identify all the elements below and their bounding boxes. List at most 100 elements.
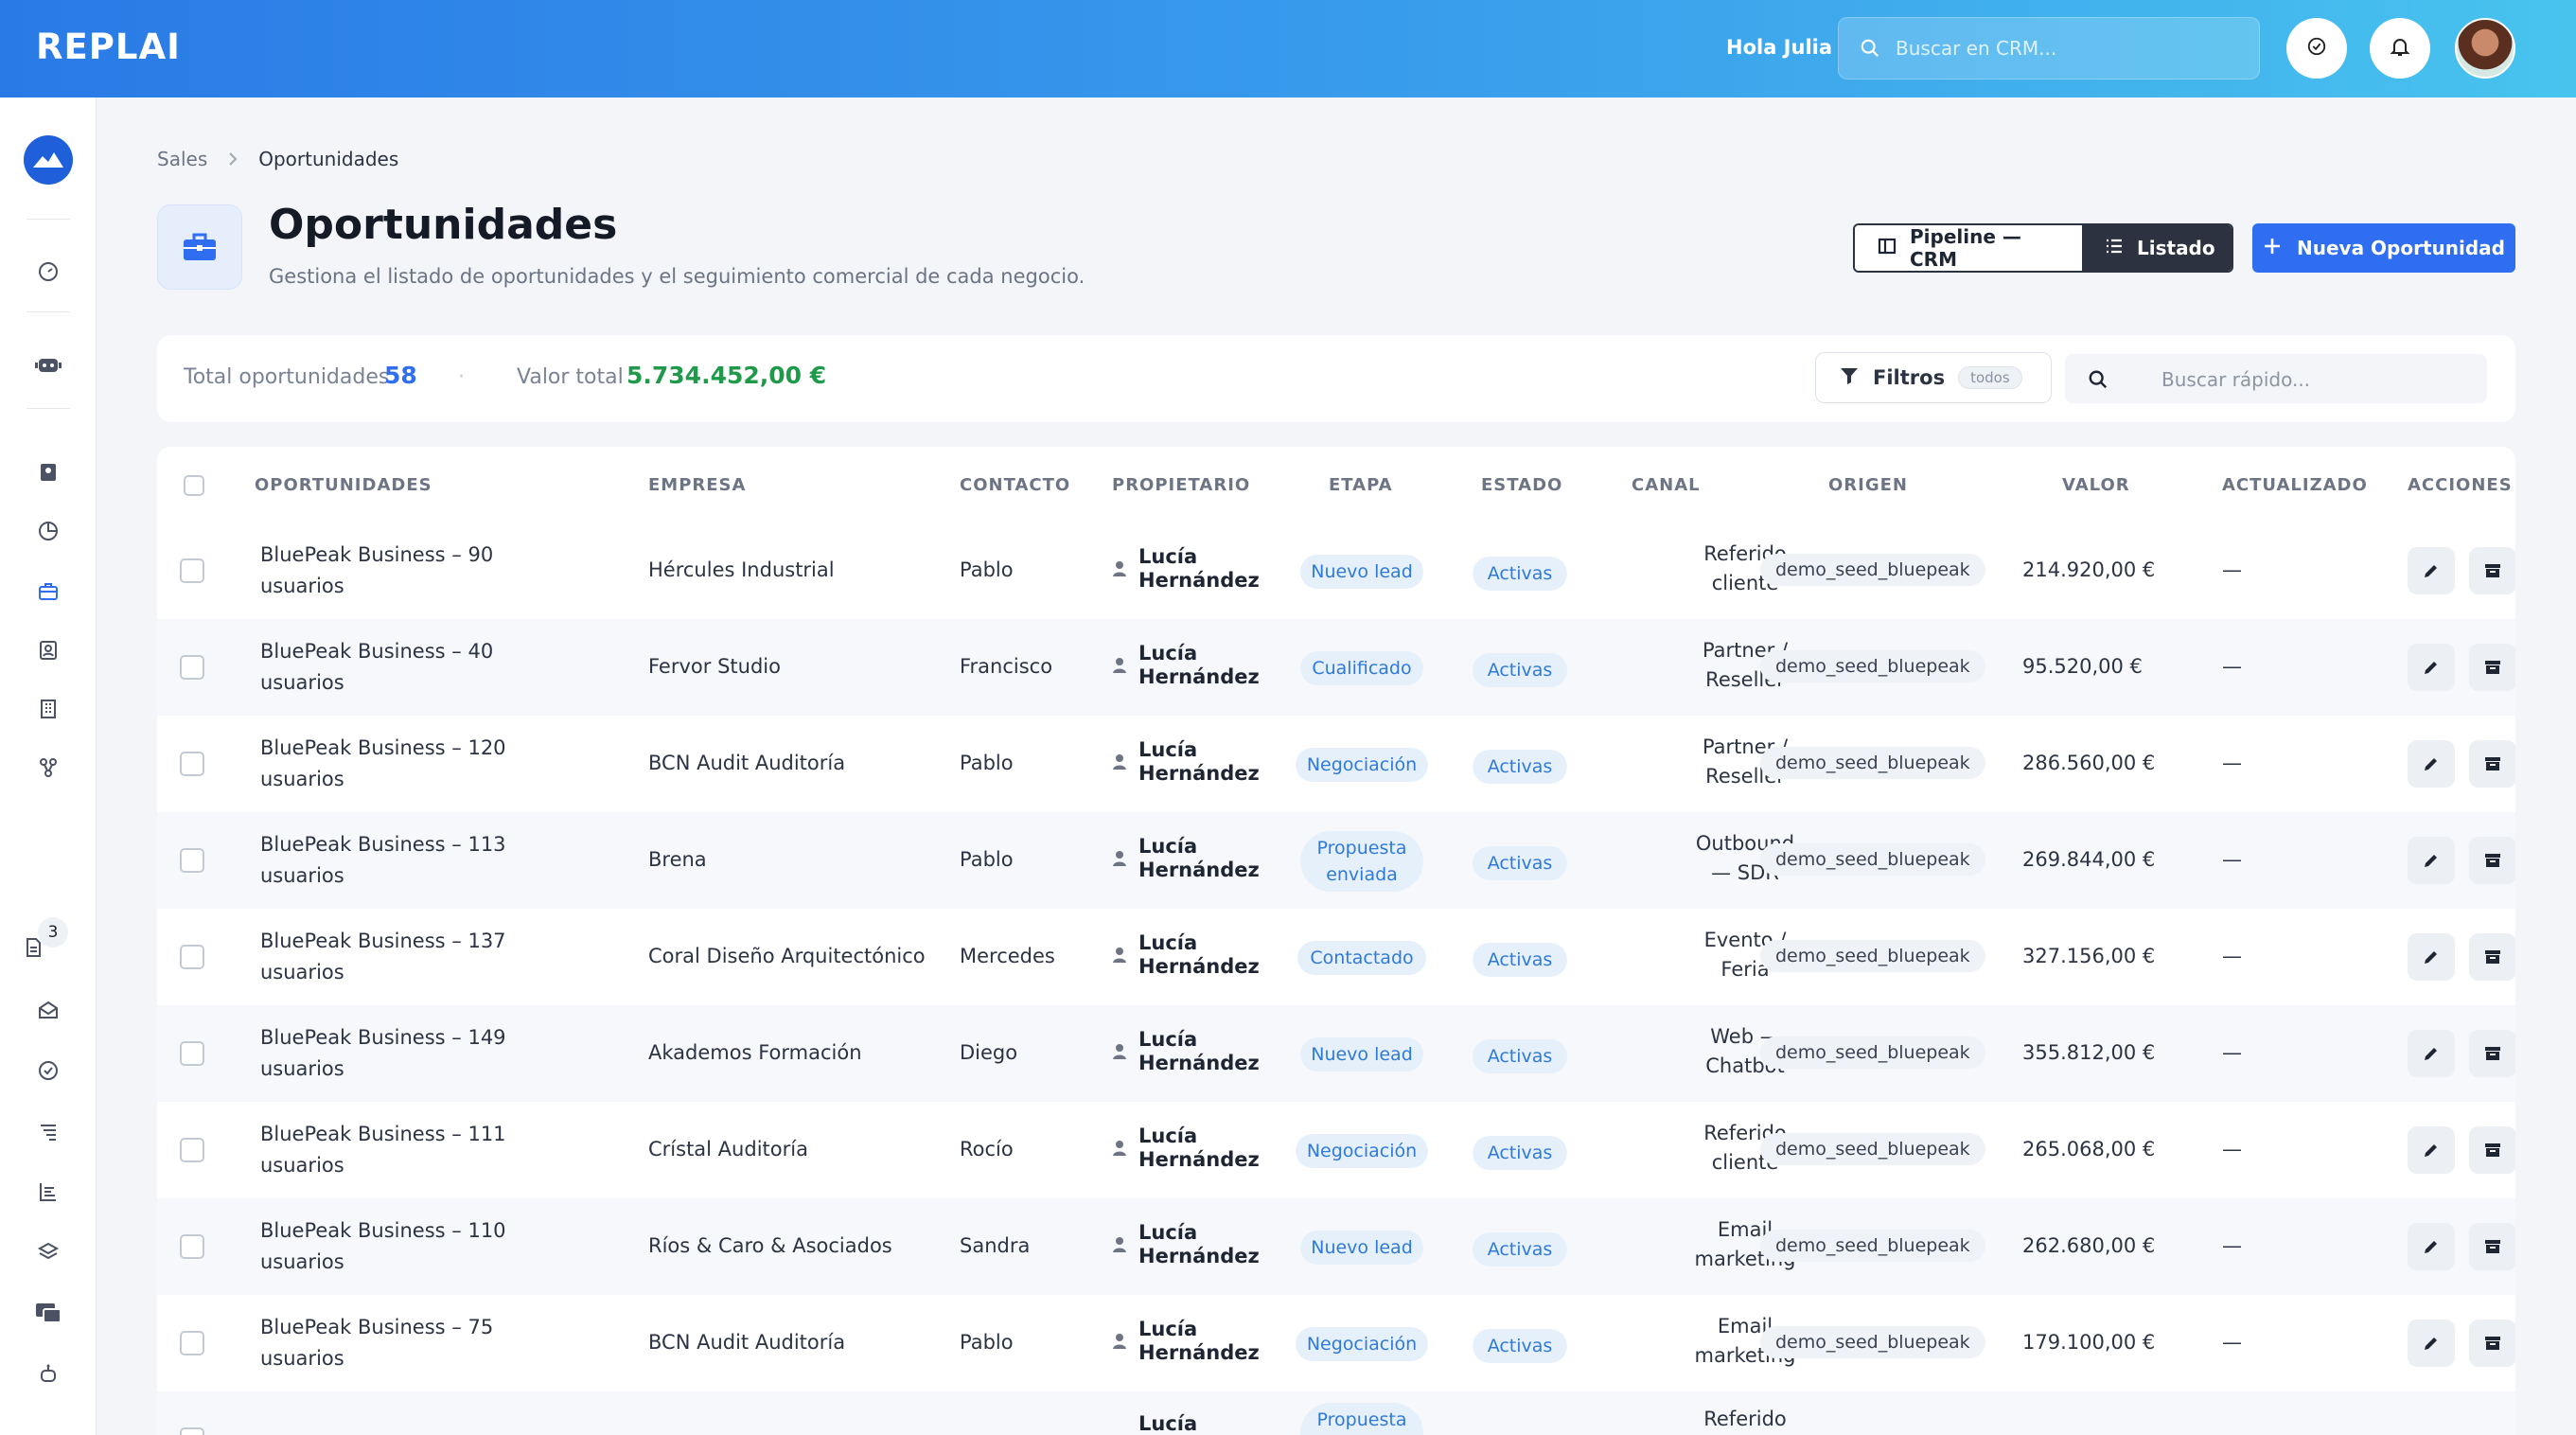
billing-icon[interactable] bbox=[31, 1296, 65, 1330]
edit-button[interactable] bbox=[2408, 1320, 2455, 1367]
new-opportunity-button[interactable]: Nueva Oportunidad bbox=[2252, 223, 2515, 273]
user-icon bbox=[1113, 948, 1126, 963]
header-contact[interactable]: CONTACTO bbox=[960, 475, 1070, 495]
global-search-input[interactable]: Buscar en CRM... bbox=[1838, 17, 2260, 80]
edit-button[interactable] bbox=[2408, 740, 2455, 788]
select-all-checkbox[interactable] bbox=[184, 475, 204, 496]
opportunity-name[interactable]: BluePeak Business – 137 usuarios bbox=[260, 926, 506, 988]
opportunity-name-line2: usuarios bbox=[260, 1250, 344, 1273]
report-icon[interactable] bbox=[31, 1175, 65, 1209]
owner: Lucía bbox=[1112, 1412, 1197, 1435]
opportunity-name-line2: usuarios bbox=[260, 575, 344, 597]
header-stage[interactable]: ETAPA bbox=[1329, 475, 1393, 495]
archive-button[interactable] bbox=[2469, 933, 2515, 981]
pencil-icon bbox=[2425, 855, 2437, 867]
archive-button[interactable] bbox=[2469, 547, 2515, 594]
archive-button[interactable] bbox=[2469, 1030, 2515, 1077]
row-checkbox[interactable] bbox=[180, 945, 204, 969]
row-checkbox[interactable] bbox=[180, 558, 204, 583]
table-row[interactable]: BluePeak Business – 90 usuarios Hércules … bbox=[157, 523, 2515, 619]
breadcrumb-sales[interactable]: Sales bbox=[157, 148, 207, 170]
robot-icon[interactable] bbox=[31, 1356, 65, 1391]
archive-button[interactable] bbox=[2469, 1223, 2515, 1270]
contacts-book-icon[interactable] bbox=[31, 455, 65, 489]
edit-button[interactable] bbox=[2408, 1030, 2455, 1077]
dashboard-icon[interactable] bbox=[31, 255, 65, 289]
archive-icon bbox=[2485, 1143, 2500, 1157]
table-row[interactable]: BluePeak Business – 40 usuarios Fervor St… bbox=[157, 619, 2515, 716]
row-checkbox[interactable] bbox=[180, 752, 204, 776]
stage-badge: Propuesta bbox=[1300, 1403, 1423, 1435]
opportunity-name[interactable]: BluePeak Business – 111 usuarios bbox=[260, 1119, 506, 1181]
table-row[interactable]: BluePeak Business – 149 usuarios Akademos… bbox=[157, 1005, 2515, 1102]
table-row[interactable]: BluePeak Business – 110 usuarios Ríos & C… bbox=[157, 1198, 2515, 1295]
company: Brena bbox=[648, 848, 707, 871]
quick-search-input[interactable]: Buscar rápido... bbox=[2065, 354, 2487, 403]
filters-button[interactable]: Filtros todos bbox=[1815, 352, 2052, 403]
opportunity-name[interactable]: BluePeak Business – 40 usuarios bbox=[260, 636, 493, 699]
check-circle-icon[interactable] bbox=[31, 1054, 65, 1088]
user-avatar[interactable] bbox=[2455, 18, 2515, 79]
pipeline-view-button[interactable]: Pipeline — CRM bbox=[1855, 225, 2082, 271]
status-button[interactable] bbox=[2286, 18, 2347, 79]
table-row[interactable]: BluePeak Business – 111 usuarios Crístal … bbox=[157, 1102, 2515, 1198]
row-checkbox[interactable] bbox=[180, 848, 204, 873]
row-checkbox[interactable] bbox=[180, 1331, 204, 1355]
edit-button[interactable] bbox=[2408, 837, 2455, 884]
archive-button[interactable] bbox=[2469, 1126, 2515, 1174]
edit-button[interactable] bbox=[2408, 547, 2455, 594]
opportunity-name[interactable]: BluePeak Business – 110 usuarios bbox=[260, 1215, 506, 1278]
header-origin[interactable]: ORIGEN bbox=[1828, 475, 1908, 495]
mail-open-icon[interactable] bbox=[31, 993, 65, 1027]
archive-button[interactable] bbox=[2469, 837, 2515, 884]
pie-chart-icon[interactable] bbox=[31, 514, 65, 548]
contact-card-icon[interactable] bbox=[31, 633, 65, 667]
row-checkbox[interactable] bbox=[180, 1138, 204, 1162]
notifications-button[interactable] bbox=[2370, 18, 2430, 79]
header-state[interactable]: ESTADO bbox=[1481, 475, 1562, 495]
table-row[interactable]: BluePeak Business – 120 usuarios BCN Audi… bbox=[157, 716, 2515, 812]
opportunity-name[interactable]: BluePeak Business – 120 usuarios bbox=[260, 733, 506, 795]
layers-icon[interactable] bbox=[31, 1235, 65, 1269]
app-logo[interactable]: REPLAI bbox=[36, 27, 181, 67]
row-checkbox[interactable] bbox=[180, 1234, 204, 1259]
opportunity-name[interactable]: BluePeak Business – 90 usuarios bbox=[260, 540, 493, 602]
table-row[interactable]: BluePeak Business – 75 usuarios BCN Audit… bbox=[157, 1295, 2515, 1391]
state-badge: Activas bbox=[1473, 750, 1567, 784]
briefcase-icon[interactable] bbox=[31, 575, 65, 609]
edit-button[interactable] bbox=[2408, 933, 2455, 981]
list-icon[interactable] bbox=[31, 1114, 65, 1148]
integrations-icon[interactable] bbox=[31, 751, 65, 785]
row-checkbox[interactable] bbox=[180, 1041, 204, 1066]
building-icon[interactable] bbox=[31, 692, 65, 726]
state-badge: Activas bbox=[1473, 1329, 1567, 1363]
edit-button[interactable] bbox=[2408, 1223, 2455, 1270]
header-owner[interactable]: PROPIETARIO bbox=[1112, 475, 1250, 495]
opportunity-name[interactable]: BluePeak Business – 113 usuarios bbox=[260, 829, 506, 892]
opportunity-name[interactable]: BluePeak Business – 149 usuarios bbox=[260, 1022, 506, 1085]
opportunity-name[interactable]: BluePeak Business – 75 usuarios bbox=[260, 1312, 493, 1374]
owner-last: Hernández bbox=[1138, 1341, 1260, 1364]
row-checkbox[interactable] bbox=[180, 1427, 204, 1435]
bot-icon[interactable] bbox=[31, 347, 65, 381]
header-channel[interactable]: CANAL bbox=[1632, 475, 1701, 495]
mountain-logo-icon[interactable] bbox=[24, 135, 73, 185]
edit-button[interactable] bbox=[2408, 644, 2455, 691]
opportunity-name-line2: usuarios bbox=[260, 1057, 344, 1080]
row-checkbox[interactable] bbox=[180, 655, 204, 680]
table-row[interactable]: Lucía Propuesta Referido bbox=[157, 1391, 2515, 1435]
header-opportunities[interactable]: OPORTUNIDADES bbox=[255, 475, 432, 495]
contact: Rocío bbox=[960, 1138, 1014, 1160]
table-row[interactable]: BluePeak Business – 137 usuarios Coral Di… bbox=[157, 909, 2515, 1005]
list-view-button[interactable]: Listado bbox=[2082, 225, 2232, 271]
header-value[interactable]: VALOR bbox=[2062, 475, 2130, 495]
archive-button[interactable] bbox=[2469, 1320, 2515, 1367]
archive-button[interactable] bbox=[2469, 740, 2515, 788]
contact: Pablo bbox=[960, 752, 1014, 774]
updated: — bbox=[2222, 752, 2242, 774]
header-company[interactable]: EMPRESA bbox=[648, 475, 746, 495]
archive-button[interactable] bbox=[2469, 644, 2515, 691]
edit-button[interactable] bbox=[2408, 1126, 2455, 1174]
header-updated[interactable]: ACTUALIZADO bbox=[2222, 475, 2368, 495]
table-row[interactable]: BluePeak Business – 113 usuarios Brena Pa… bbox=[157, 812, 2515, 909]
